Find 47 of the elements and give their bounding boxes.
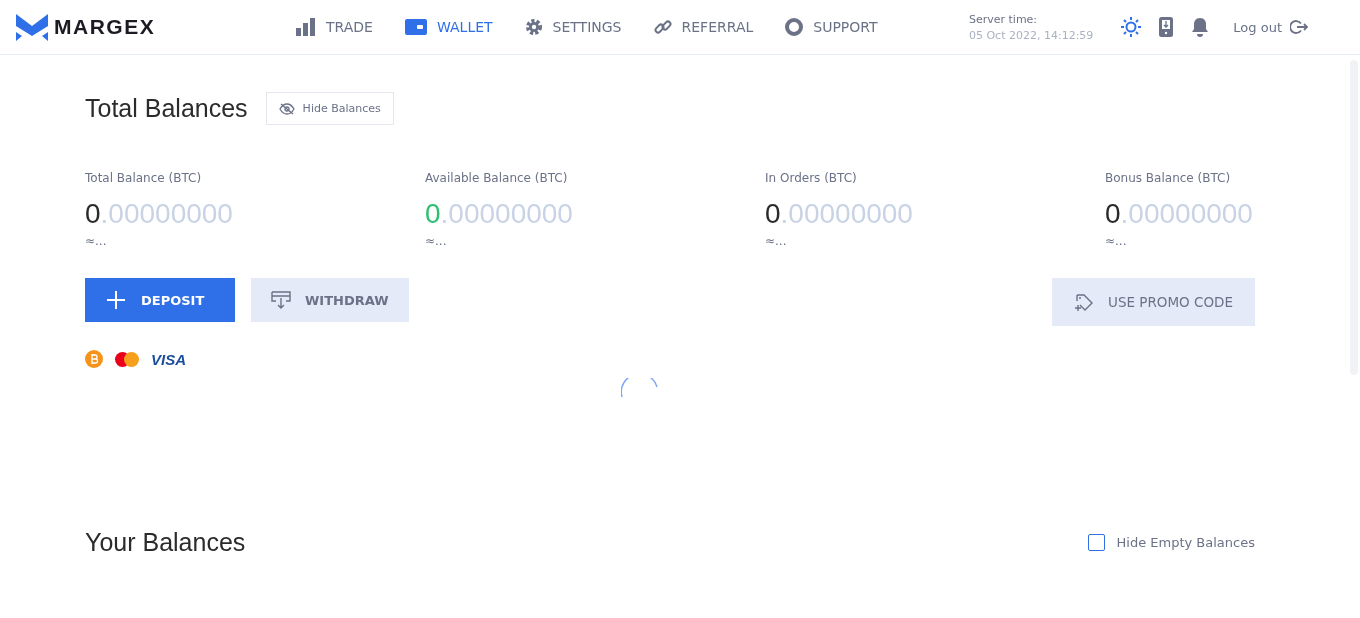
nav-tab[interactable]: SUPPORT [775,10,888,44]
section-title: Total Balances [85,94,248,123]
balance-integer: 0 [425,198,441,229]
server-time-value: 05 Oct 2022, 14:12:59 [968,28,1094,42]
lifebuoy-icon [785,18,804,36]
balance-label: Total Balance (BTC) [85,171,203,185]
deposit-button[interactable]: DEPOSIT [85,278,235,322]
nav-tab[interactable]: WALLET [394,11,503,43]
loading-spinner [621,378,659,398]
bell-icon[interactable] [1191,17,1210,37]
bar-chart-icon [296,18,316,36]
hide-balances-button[interactable]: Hide Balances [265,92,394,125]
checkbox[interactable] [1087,534,1105,551]
brand-name: MARGEX [54,15,156,39]
visa-logo: VISA [151,350,186,368]
logo-icon [16,12,48,42]
balance-label: Available Balance (BTC) [425,171,569,185]
section-title: Your Balances [85,528,246,557]
nav-tab[interactable]: TRADE [286,10,383,44]
checkbox-label: Hide Empty Balances [1116,535,1255,550]
balance-integer: 0 [85,198,101,229]
eye-off-icon [278,102,295,115]
balance-approx: ≈... [85,234,108,248]
settings-icon [524,18,543,36]
balance-integer: 0 [1105,198,1121,229]
server-time-label: Server time: [968,12,1039,26]
balance-label: In Orders (BTC) [765,171,858,185]
balance-approx: ≈... [765,234,788,248]
mobile-download-icon[interactable] [1159,17,1174,37]
logout-icon [1290,20,1308,34]
sun-icon[interactable] [1121,17,1142,37]
withdraw-icon [271,291,291,309]
bitcoin-icon [85,350,103,368]
tag-icon [1074,292,1095,312]
balance-integer: 0 [765,198,781,229]
nav-tab[interactable]: REFERRAL [643,10,764,44]
wallet-icon [404,19,427,35]
promo-code-button[interactable]: USE PROMO CODE [1052,278,1255,326]
balance-approx: ≈... [425,234,448,248]
withdraw-button[interactable]: WITHDRAW [251,278,409,322]
balance-approx: ≈... [1105,234,1128,248]
nav-tab[interactable]: SETTINGS [514,10,632,44]
mastercard-icon [115,351,139,367]
plus-icon [107,291,125,309]
balance-label: Bonus Balance (BTC) [1105,171,1232,185]
logout-link[interactable]: Log out [1233,19,1308,35]
link-icon [653,18,672,36]
